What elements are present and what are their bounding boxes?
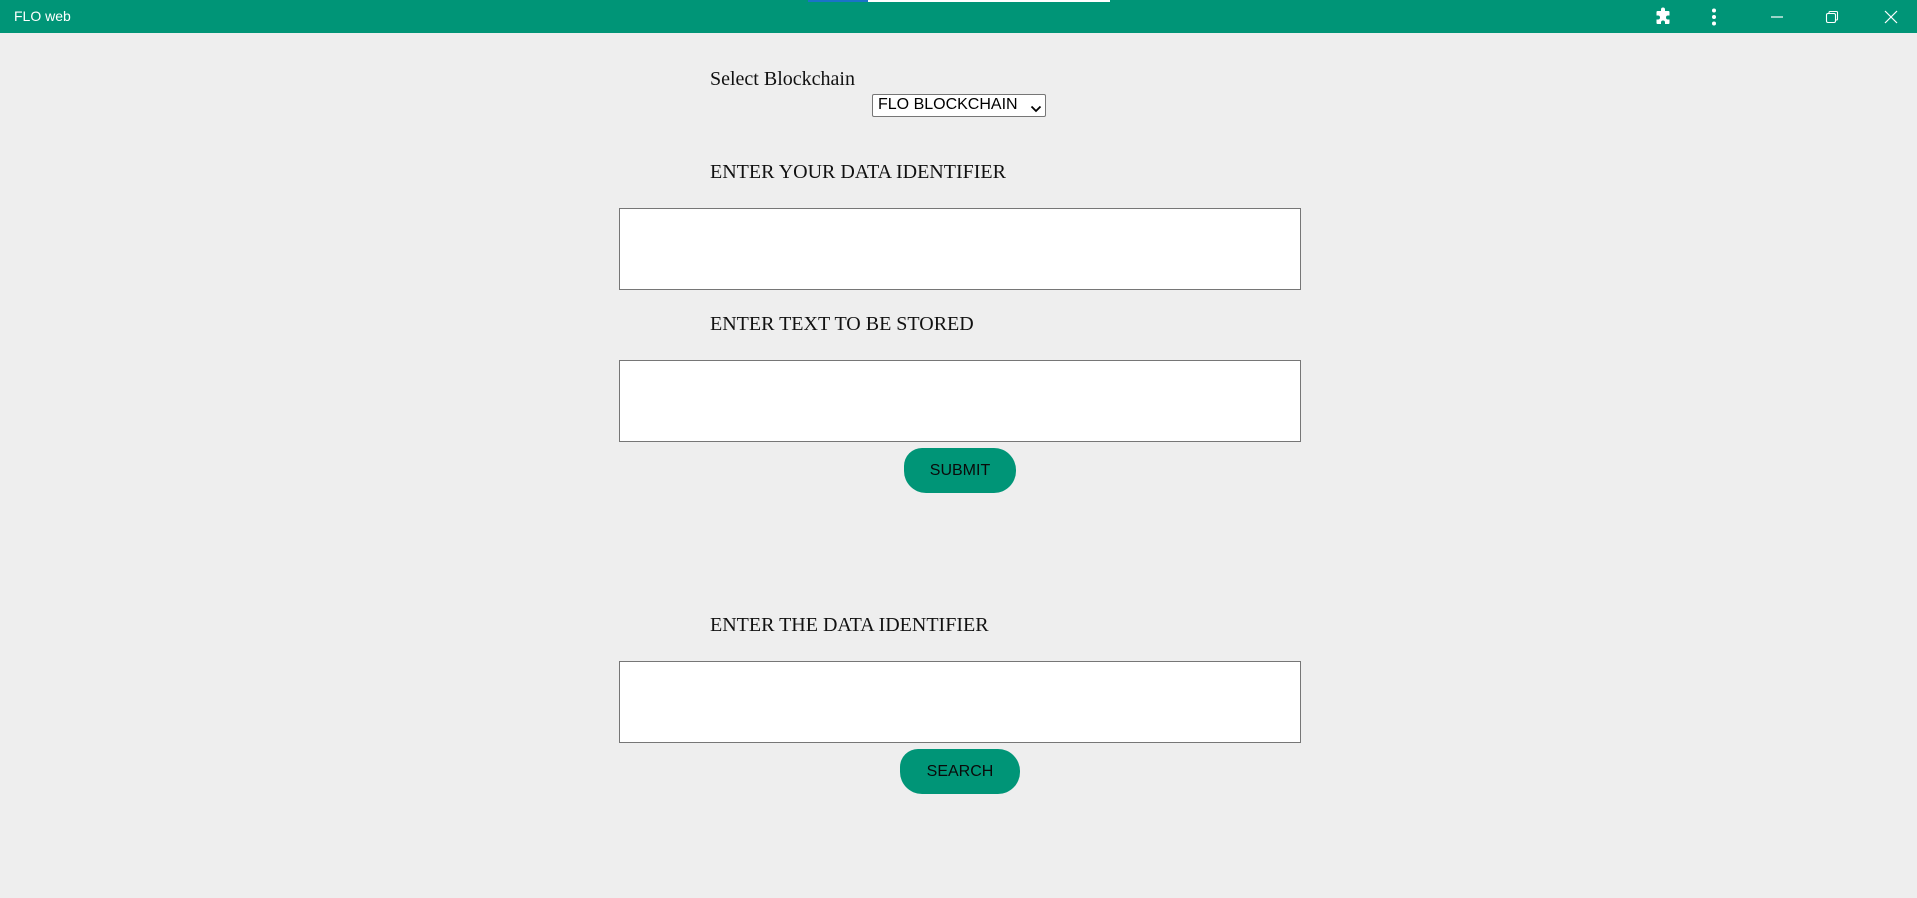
search-button[interactable]: SEARCH bbox=[900, 749, 1020, 794]
submit-button[interactable]: SUBMIT bbox=[904, 448, 1016, 493]
window-titlebar: FLO web bbox=[0, 0, 1917, 33]
loading-bar-blue bbox=[808, 0, 868, 2]
search-identifier-input[interactable] bbox=[619, 661, 1301, 743]
data-identifier-label: ENTER YOUR DATA IDENTIFIER bbox=[710, 161, 1006, 183]
main-content: Select Blockchain FLO BLOCKCHAIN ENTER Y… bbox=[0, 33, 1917, 898]
data-identifier-input[interactable] bbox=[619, 208, 1301, 290]
puzzle-piece-icon[interactable] bbox=[1641, 0, 1685, 33]
blockchain-select[interactable]: FLO BLOCKCHAIN bbox=[872, 94, 1046, 117]
loading-bar-white bbox=[868, 0, 1110, 2]
blockchain-select-value: FLO BLOCKCHAIN bbox=[878, 96, 1018, 113]
close-icon[interactable] bbox=[1869, 0, 1913, 33]
minimize-icon[interactable] bbox=[1755, 0, 1799, 33]
text-to-store-label: ENTER TEXT TO BE STORED bbox=[710, 313, 974, 335]
text-to-store-input[interactable] bbox=[619, 360, 1301, 442]
vertical-dots-icon[interactable] bbox=[1692, 0, 1736, 33]
app-title: FLO web bbox=[14, 8, 71, 24]
select-blockchain-label: Select Blockchain bbox=[710, 68, 855, 90]
search-identifier-label: ENTER THE DATA IDENTIFIER bbox=[710, 614, 989, 636]
chevron-down-icon bbox=[1030, 100, 1042, 120]
restore-icon[interactable] bbox=[1810, 0, 1854, 33]
